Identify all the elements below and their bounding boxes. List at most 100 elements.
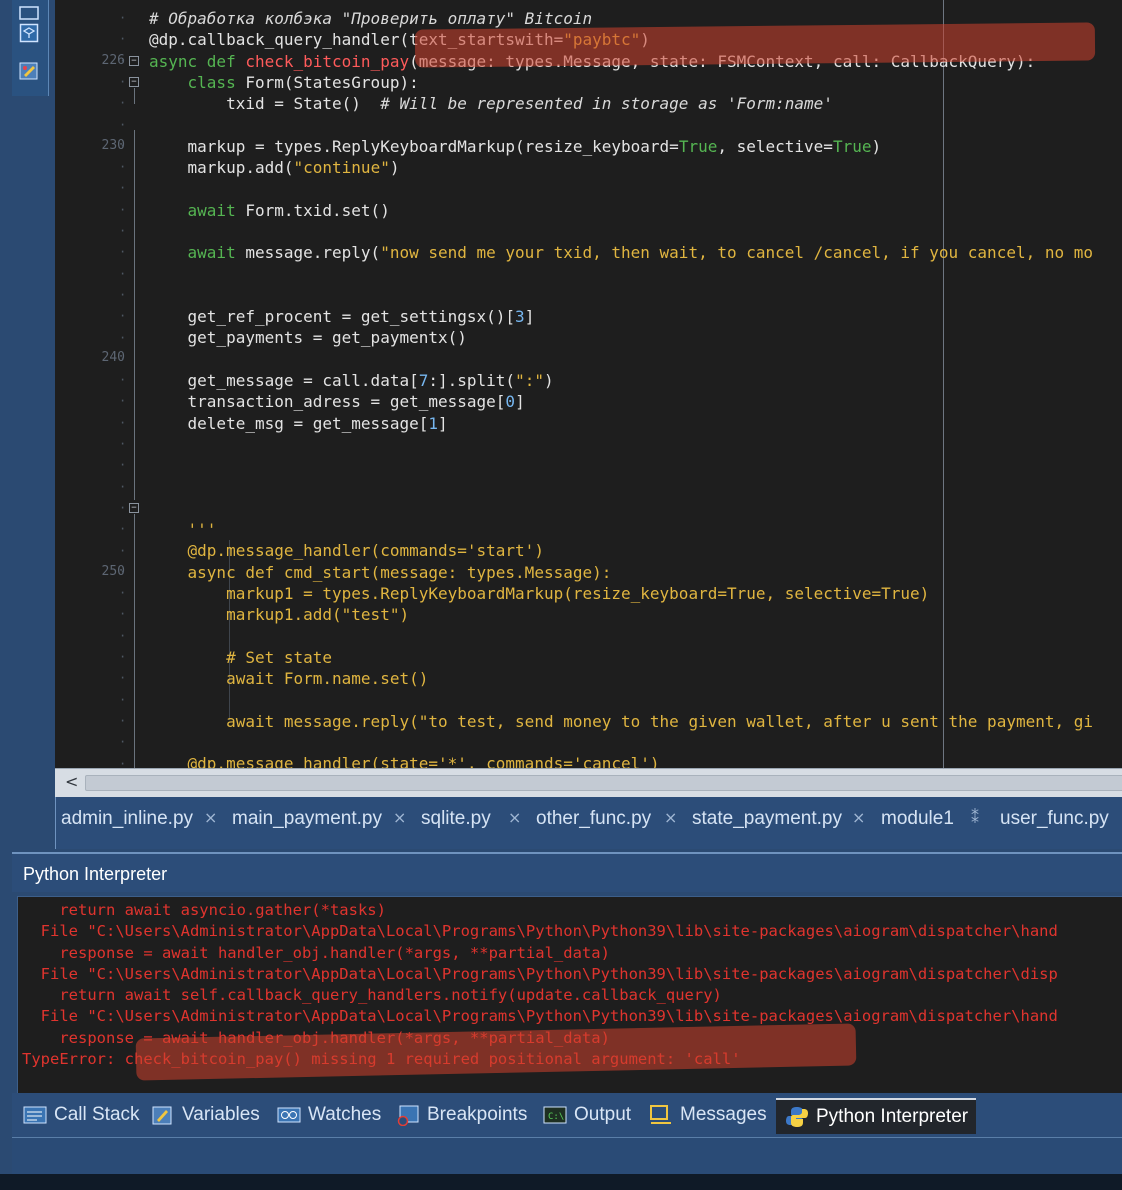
code-line[interactable]: await message.reply("to test, send money… [149,711,1122,732]
fold-toggle-icon[interactable]: − [129,77,139,87]
code-line[interactable]: await Form.name.set() [149,668,1122,689]
tab-state-payment[interactable]: state_payment.py [692,808,842,830]
code-line[interactable] [149,732,1122,753]
code-token: transaction_adress = get_message[ [149,392,506,412]
file-tab-bar: admin_inline.py × main_payment.py × sqli… [55,797,1122,849]
code-token: ":" [515,371,544,391]
code-line[interactable]: markup1.add("test") [149,604,1122,625]
gutter-dot: · [119,607,127,622]
code-line[interactable]: @dp.message_handler(state='*', commands=… [149,753,1122,768]
panel-title: Python Interpreter [23,864,168,884]
code-token: delete_msg = get_message[ [149,413,429,433]
gutter-dot: · [119,287,127,302]
tab-breakpoints[interactable]: Breakpoints [395,1101,527,1129]
variables-icon [150,1104,176,1126]
code-token: True [678,136,718,156]
code-line[interactable]: markup.add("continue") [149,157,1122,178]
edit-tool-icon[interactable] [17,60,41,82]
code-line[interactable]: transaction_adress = get_message[0] [149,391,1122,412]
window-bottom-edge [0,1174,1122,1190]
left-toolbar [12,0,49,96]
gutter-dot: · [119,32,127,47]
gutter-dot: · [119,330,127,345]
code-editor[interactable]: 226 230 240 250 · · · · · · · · · · · · · · · · · · · · · · · ·… [55,0,1122,768]
code-line[interactable]: await message.reply("now send me your tx… [149,242,1122,263]
tab-main-payment[interactable]: main_payment.py [232,808,382,830]
tab-admin-inline[interactable]: admin_inline.py [61,808,193,830]
tab-label: Breakpoints [427,1104,528,1125]
close-icon[interactable]: × [508,808,521,827]
code-line[interactable] [149,285,1122,306]
close-icon[interactable]: × [852,808,865,827]
code-line[interactable]: txid = State() # Will be represented in … [149,93,1122,114]
tab-call-stack[interactable]: Call Stack [22,1101,140,1129]
line-number: 250 [101,564,125,579]
line-number: 226 [101,53,125,68]
code-token: 1 [428,413,438,433]
close-icon[interactable]: × [204,808,217,827]
code-line[interactable]: async def cmd_start(message: types.Messa… [149,562,1122,583]
close-icon[interactable]: × [664,808,677,827]
code-line[interactable] [149,455,1122,476]
code-line[interactable]: ''' [149,519,1122,540]
code-line[interactable] [149,114,1122,135]
tab-watches[interactable]: Watches [276,1101,381,1129]
code-line[interactable]: delete_msg = get_message[1] [149,413,1122,434]
messages-icon [648,1104,674,1126]
fold-guide [134,88,135,104]
fold-guide [134,514,135,768]
gutter-dot: · [119,437,127,451]
tab-variables[interactable]: Variables [150,1101,260,1129]
code-line[interactable]: # Set state [149,647,1122,668]
code-line[interactable] [149,498,1122,519]
close-icon[interactable]: × [393,808,406,827]
code-line[interactable] [149,221,1122,242]
line-number: 230 [101,138,125,153]
code-text[interactable]: # Обработка колбэка "Проверить оплату" B… [149,8,1122,768]
scroll-left-icon[interactable]: < [65,772,78,791]
code-line[interactable]: get_payments = get_paymentx() [149,327,1122,348]
window-icon[interactable] [17,2,41,24]
tab-label: Watches [308,1104,382,1125]
scroll-thumb[interactable] [85,775,1122,791]
python-interpreter-console[interactable]: return await asyncio.gather(*tasks) File… [17,896,1122,1094]
cube-icon[interactable] [17,22,41,44]
gutter-dot: · [119,735,127,750]
code-line[interactable] [149,264,1122,285]
code-line[interactable]: @dp.message_handler(commands='start') [149,540,1122,561]
tab-output[interactable]: C:\ Output [542,1101,631,1129]
code-token: # Set state [149,647,333,667]
tab-module1[interactable]: module1 [881,808,954,830]
code-line[interactable] [149,690,1122,711]
gutter-dot: · [119,394,127,409]
horizontal-scrollbar[interactable]: < [55,768,1122,797]
code-token: ] [438,413,448,433]
code-line[interactable]: markup1 = types.ReplyKeyboardMarkup(resi… [149,583,1122,604]
code-token: Form.txid.set() [245,200,390,220]
gutter-dot: · [119,74,127,89]
tab-sqlite[interactable]: sqlite.py [421,808,491,830]
modified-icon[interactable]: ⁑ [971,808,979,827]
fold-toggle-icon[interactable]: − [129,503,139,513]
code-line[interactable]: await Form.txid.set() [149,200,1122,221]
code-line[interactable] [149,434,1122,455]
code-line[interactable] [149,178,1122,199]
code-line[interactable]: markup = types.ReplyKeyboardMarkup(resiz… [149,136,1122,157]
tab-messages[interactable]: Messages [648,1101,767,1129]
console-line: File "C:\Users\Administrator\AppData\Loc… [22,922,1058,941]
code-line[interactable] [149,349,1122,370]
code-line[interactable] [149,477,1122,498]
code-line[interactable]: class Form(StatesGroup): [149,72,1122,93]
tab-other-func[interactable]: other_func.py [536,808,651,830]
tab-user-func[interactable]: user_func.py [1000,808,1109,830]
code-line[interactable] [149,626,1122,647]
fold-toggle-icon[interactable]: − [129,56,139,66]
code-token: txid = State() [149,94,381,114]
tab-python-interpreter[interactable]: Python Interpreter [776,1098,977,1134]
gutter-dot: · [119,11,127,25]
red-highlight-mark [414,22,1096,68]
code-line[interactable]: get_message = call.data[7:].split(":") [149,370,1122,391]
code-line[interactable]: get_ref_procent = get_settingsx()[3] [149,306,1122,327]
interpreter-panel-header: Python Interpreter [12,852,1122,892]
